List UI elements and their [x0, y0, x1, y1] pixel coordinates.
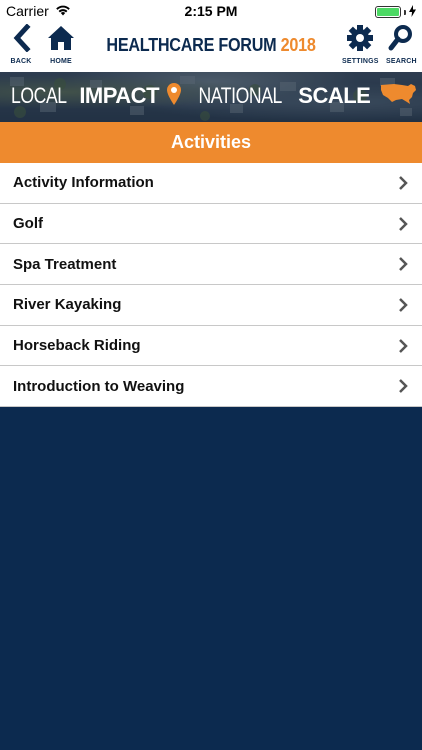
list-item-river-kayaking[interactable]: River Kayaking [0, 285, 422, 326]
chevron-right-icon [398, 257, 408, 276]
list-item-golf[interactable]: Golf [0, 204, 422, 245]
back-label: BACK [10, 58, 32, 65]
location-pin-icon [166, 83, 181, 111]
activities-list: Activity Information Golf Spa Treatment … [0, 163, 422, 408]
list-item-label: Horseback Riding [13, 337, 141, 355]
settings-label: SETTINGS [342, 58, 379, 65]
home-label: HOME [50, 58, 72, 65]
status-bar: Carrier 2:15 PM [0, 0, 422, 22]
status-time: 2:15 PM [184, 3, 238, 19]
chevron-right-icon [398, 338, 408, 358]
usa-map-icon [380, 82, 418, 112]
battery-fill [377, 8, 399, 16]
lightning-icon [409, 4, 416, 20]
list-item-introduction-to-weaving[interactable]: Introduction to Weaving [0, 366, 422, 408]
list-item-label: Introduction to Weaving [13, 377, 185, 395]
app-title-year: 2018 [280, 35, 316, 55]
banner-word-scale: SCALE [298, 82, 371, 108]
banner-word-national: NATIONAL [198, 82, 283, 108]
gear-icon [346, 24, 374, 57]
settings-button[interactable]: SETTINGS [342, 24, 379, 65]
list-item-label: Activity Information [13, 174, 154, 192]
banner-word-impact: IMPACT [79, 82, 160, 108]
chevron-right-icon [398, 379, 408, 398]
list-item-spa-treatment[interactable]: Spa Treatment [0, 244, 422, 286]
list-item-horseback-riding[interactable]: Horseback Riding [0, 326, 422, 367]
chevron-right-icon [398, 298, 408, 317]
battery-tip [404, 9, 406, 15]
nav-bar: BACK HOME HEALTHCARE FORUM 2018 SETTINGS… [0, 22, 422, 72]
banner-word-local: LOCAL [10, 82, 67, 108]
battery-icon [375, 6, 401, 18]
list-item-label: River Kayaking [13, 296, 122, 314]
section-title: Activities [0, 122, 422, 163]
chevron-right-icon [398, 216, 408, 236]
list-item-label: Golf [13, 215, 43, 233]
chevron-right-icon [398, 176, 408, 195]
banner: LOCAL IMPACT NATIONAL SCALE [0, 72, 422, 122]
search-button[interactable]: SEARCH [386, 24, 417, 65]
search-label: SEARCH [386, 58, 417, 65]
banner-tagline: LOCAL IMPACT NATIONAL SCALE [0, 82, 422, 112]
status-right [375, 4, 416, 20]
list-item-label: Spa Treatment [13, 255, 117, 273]
list-item-activity-information[interactable]: Activity Information [0, 163, 422, 204]
search-icon [388, 24, 414, 57]
app-title-main: HEALTHCARE FORUM [106, 35, 277, 55]
